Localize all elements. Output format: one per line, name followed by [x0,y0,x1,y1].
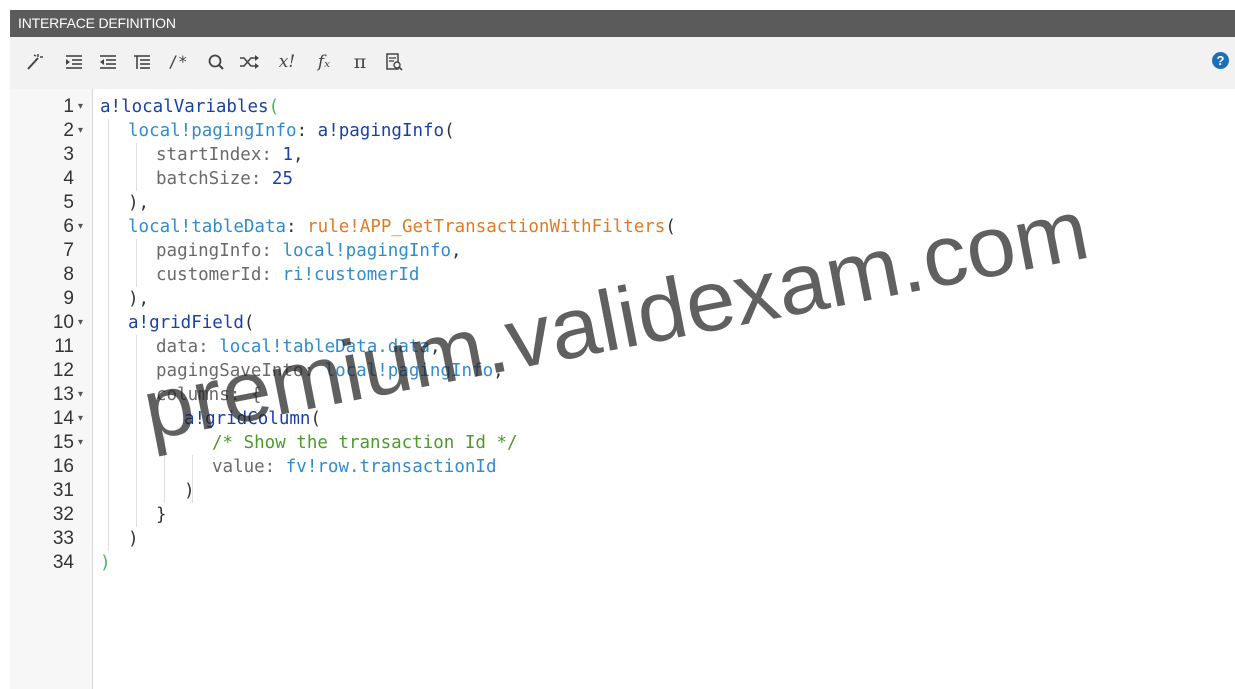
code-line: columns: { [156,385,262,405]
line-number: 1 [63,96,74,117]
line-number: 2 [63,120,74,141]
line-number: 11 [54,336,74,357]
line-number: 14 [52,408,74,429]
expression-icon[interactable]: x! [274,49,300,75]
code-line: value: fv!row.transactionId [212,457,497,477]
pi-icon[interactable]: π [349,49,371,75]
fold-toggle-icon[interactable]: ▾ [78,95,88,119]
code-line: pagingSaveInto: local!pagingInfo, [156,361,504,381]
code-line: data: local!tableData.data, [156,337,441,357]
panel-title: INTERFACE DEFINITION [10,10,1235,37]
code-line: ), [128,289,150,309]
line-number: 8 [63,264,74,285]
line-number-gutter: 1 ▾ 2 ▾ 3 4 5 6 ▾ 7 8 9 10 ▾ 11 12 13 ▾ … [10,89,93,689]
code-line: ) [184,481,195,501]
code-comment: /* Show the transaction Id */ [212,433,518,453]
code-line: a!gridColumn( [184,409,321,429]
code-line: startIndex: 1, [156,145,304,165]
fold-toggle-icon[interactable]: ▾ [78,311,88,335]
line-number: 31 [52,480,74,501]
function-icon[interactable]: fₓ [312,49,336,75]
line-number: 3 [63,144,74,165]
line-number: 34 [52,552,74,573]
line-number: 5 [63,192,74,213]
code-text-area[interactable]: a!localVariables( local!pagingInfo: a!pa… [100,89,1230,689]
line-number: 4 [63,168,74,189]
magic-wand-icon[interactable] [24,49,44,75]
code-line: local!pagingInfo: a!pagingInfo( [128,121,455,141]
code-line: a!localVariables( [100,97,280,117]
line-number: 15 [52,432,74,453]
indent-icon[interactable] [64,49,84,75]
code-editor[interactable]: 1 ▾ 2 ▾ 3 4 5 6 ▾ 7 8 9 10 ▾ 11 12 13 ▾ … [10,89,1235,689]
fold-toggle-icon[interactable]: ▾ [78,215,88,239]
code-line: local!tableData: rule!APP_GetTransaction… [128,217,676,237]
code-line: } [156,505,167,525]
line-number: 9 [63,288,74,309]
interface-definition-panel: INTERFACE DEFINITION /* x! fₓ π ? 1 ▾ 2 … [10,10,1235,689]
code-line: ) [100,553,111,573]
line-number: 33 [52,528,74,549]
code-line: ), [128,193,150,213]
reference-icon[interactable] [384,49,404,75]
search-icon[interactable] [206,49,226,75]
line-number: 13 [52,384,74,405]
code-line: ) [128,529,139,549]
code-line: pagingInfo: local!pagingInfo, [156,241,462,261]
code-line: customerId: ri!customerId [156,265,420,285]
help-icon[interactable]: ? [1212,52,1229,69]
code-line: batchSize: 25 [156,169,293,189]
fold-toggle-icon[interactable]: ▾ [78,431,88,455]
fold-toggle-icon[interactable]: ▾ [78,383,88,407]
line-number: 12 [52,360,74,381]
fold-toggle-icon[interactable]: ▾ [78,407,88,431]
line-number: 6 [63,216,74,237]
format-list-icon[interactable] [132,49,152,75]
line-number: 10 [52,312,74,333]
fold-toggle-icon[interactable]: ▾ [78,119,88,143]
editor-toolbar: /* x! fₓ π ? [10,37,1235,89]
code-line: a!gridField( [128,313,255,333]
line-number: 7 [63,240,74,261]
line-number: 32 [52,504,74,525]
shuffle-icon[interactable] [238,49,260,75]
line-number: 16 [52,456,74,477]
comment-icon[interactable]: /* [165,49,191,75]
outdent-icon[interactable] [98,49,118,75]
